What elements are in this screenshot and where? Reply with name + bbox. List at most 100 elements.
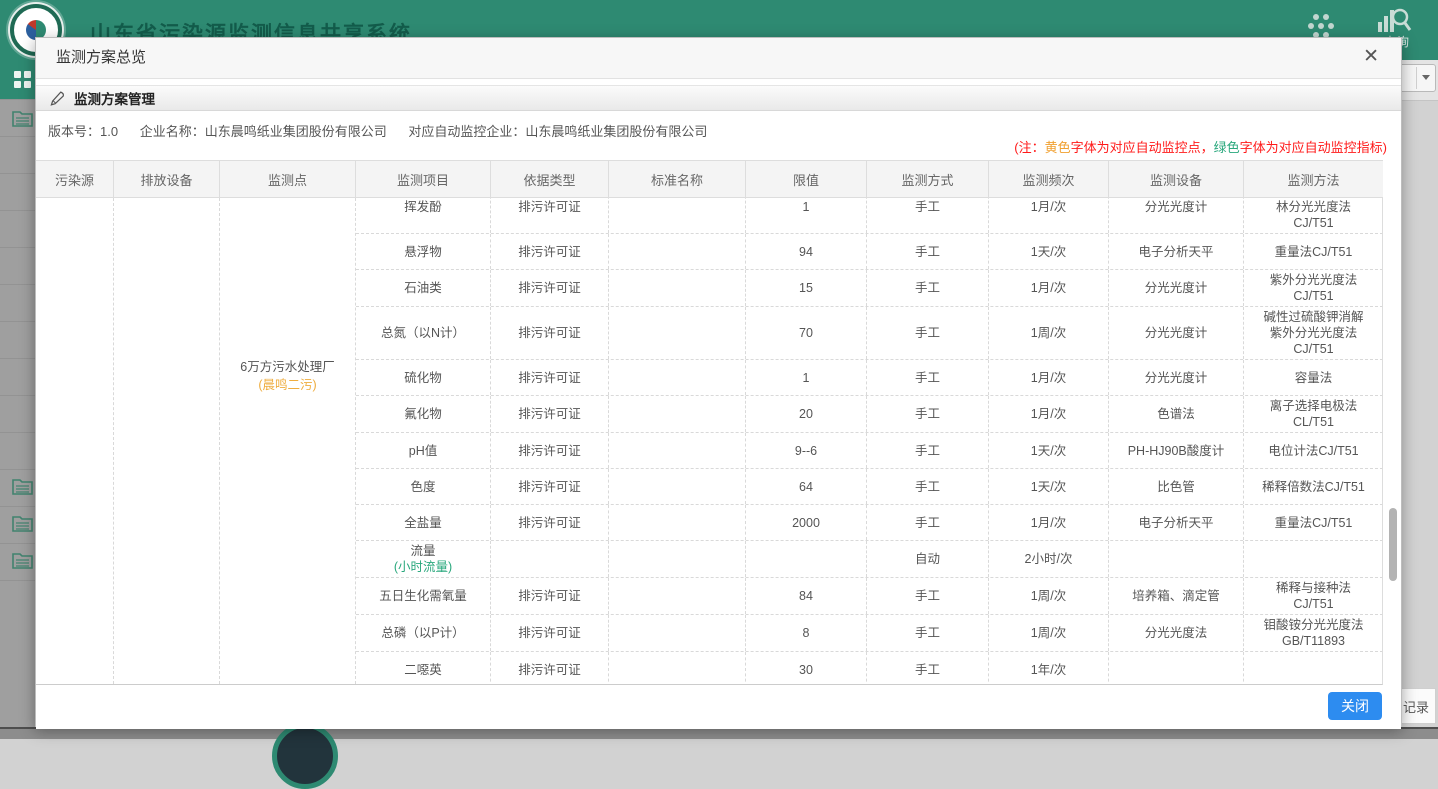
cell-item: 色度 bbox=[356, 469, 491, 504]
cell-method: 稀释倍数法CJ/T51 bbox=[1244, 469, 1383, 504]
cell-limit: 94 bbox=[746, 234, 867, 269]
cell-standard bbox=[609, 433, 746, 468]
cell-limit: 2000 bbox=[746, 505, 867, 540]
cell-basis: 排污许可证 bbox=[491, 652, 609, 685]
apps-grid-icon[interactable] bbox=[1303, 10, 1337, 40]
cell-method: 钼酸铵分光光度法 GB/T11893 bbox=[1244, 615, 1383, 651]
cell-mode: 手工 bbox=[867, 505, 989, 540]
sidebar-item-active[interactable] bbox=[0, 60, 36, 99]
plan-info-line: 版本号：1.0 企业名称：山东晨鸣纸业集团股份有限公司 对应自动监控企业：山东晨… bbox=[48, 121, 725, 140]
cell-device: 电子分析天平 bbox=[1109, 505, 1244, 540]
cell-method: 容量法 bbox=[1244, 360, 1383, 395]
table-row: 石油类排污许可证15手工1月/次分光光度计紫外分光光度法 CJ/T51 bbox=[356, 270, 1383, 307]
cell-basis: 排污许可证 bbox=[491, 234, 609, 269]
folder-icon[interactable] bbox=[12, 477, 33, 495]
pen-icon bbox=[50, 91, 65, 106]
cell-standard bbox=[609, 198, 746, 233]
cell-mode: 手工 bbox=[867, 615, 989, 651]
cell-item: 硫化物 bbox=[356, 360, 491, 395]
company-name: 山东晨鸣纸业集团股份有限公司 bbox=[205, 124, 387, 139]
cell-item: 悬浮物 bbox=[356, 234, 491, 269]
cell-item: 挥发酚 bbox=[356, 198, 491, 233]
cell-limit: 8 bbox=[746, 615, 867, 651]
cell-device: 分光光度计 bbox=[1109, 198, 1244, 233]
cell-device bbox=[1109, 652, 1244, 685]
cell-standard bbox=[609, 505, 746, 540]
cell-mode: 手工 bbox=[867, 234, 989, 269]
cell-mode: 手工 bbox=[867, 198, 989, 233]
cell-device: 比色管 bbox=[1109, 469, 1244, 504]
auto-indicator-label: (小时流量) bbox=[394, 559, 452, 575]
cell-standard bbox=[609, 360, 746, 395]
cell-limit: 84 bbox=[746, 578, 867, 614]
sidebar bbox=[0, 60, 36, 727]
cell-limit: 9--6 bbox=[746, 433, 867, 468]
cell-mode: 手工 bbox=[867, 469, 989, 504]
table-row: 悬浮物排污许可证94手工1天/次电子分析天平重量法CJ/T51 bbox=[356, 234, 1383, 270]
monitoring-plan-modal: 监测方案总览 ✕ 监测方案管理 版本号：1.0 企业名称：山东晨鸣纸业集团股份有… bbox=[35, 37, 1402, 727]
cell-device bbox=[1109, 541, 1244, 577]
cell-discharge-equipment bbox=[114, 198, 220, 684]
table-rows: 挥发酚排污许可证1手工1月/次分光光度计蒸馏后4-氨基安替比 林分光光度法 CJ… bbox=[356, 198, 1383, 684]
cell-method: 稀释与接种法 CJ/T51 bbox=[1244, 578, 1383, 614]
column-header: 监测方式 bbox=[867, 161, 989, 197]
cell-standard bbox=[609, 307, 746, 359]
cell-item: 总磷（以P计） bbox=[356, 615, 491, 651]
cell-mode: 手工 bbox=[867, 396, 989, 432]
table-row: 五日生化需氧量排污许可证84手工1周/次培养箱、滴定管稀释与接种法 CJ/T51 bbox=[356, 578, 1383, 615]
monitor-point-name: 6万方污水处理厂 bbox=[220, 358, 355, 376]
modal-titlebar: 监测方案总览 ✕ bbox=[36, 38, 1401, 79]
cell-basis: 排污许可证 bbox=[491, 433, 609, 468]
table-row: 挥发酚排污许可证1手工1月/次分光光度计蒸馏后4-氨基安替比 林分光光度法 CJ… bbox=[356, 198, 1383, 234]
cell-freq: 1月/次 bbox=[989, 505, 1109, 540]
vertical-scrollbar-thumb[interactable] bbox=[1389, 508, 1397, 581]
cell-item: 总氮（以N计） bbox=[356, 307, 491, 359]
cell-limit: 70 bbox=[746, 307, 867, 359]
cell-device: 分光光度计 bbox=[1109, 270, 1244, 306]
cell-freq: 2小时/次 bbox=[989, 541, 1109, 577]
cell-freq: 1天/次 bbox=[989, 234, 1109, 269]
folder-icon[interactable] bbox=[12, 109, 33, 127]
cell-freq: 1天/次 bbox=[989, 433, 1109, 468]
section-title: 监测方案管理 bbox=[74, 88, 155, 108]
cell-basis: 排污许可证 bbox=[491, 396, 609, 432]
column-header: 监测频次 bbox=[989, 161, 1109, 197]
cell-standard bbox=[609, 578, 746, 614]
cell-basis: 排污许可证 bbox=[491, 505, 609, 540]
cell-method bbox=[1244, 652, 1383, 685]
cell-mode: 手工 bbox=[867, 360, 989, 395]
close-button[interactable]: 关闭 bbox=[1328, 692, 1382, 720]
folder-icon[interactable] bbox=[12, 551, 33, 569]
cell-item: 氟化物 bbox=[356, 396, 491, 432]
dashboard-grid-icon bbox=[14, 71, 31, 88]
cell-standard bbox=[609, 396, 746, 432]
monitoring-table: 污染源排放设备监测点监测项目依据类型标准名称限值监测方式监测频次监测设备监测方法… bbox=[36, 160, 1401, 685]
cell-mode: 手工 bbox=[867, 652, 989, 685]
cell-method: 紫外分光光度法 CJ/T51 bbox=[1244, 270, 1383, 306]
cell-item: 五日生化需氧量 bbox=[356, 578, 491, 614]
color-legend-note: (注：黄色字体为对应自动监控点，绿色字体为对应自动监控指标) bbox=[1014, 137, 1387, 156]
close-icon[interactable]: ✕ bbox=[1363, 47, 1379, 67]
table-row: 二噁英排污许可证30手工1年/次 bbox=[356, 652, 1383, 685]
cell-item: 全盐量 bbox=[356, 505, 491, 540]
folder-icon[interactable] bbox=[12, 514, 33, 532]
cell-item: 流量(小时流量) bbox=[356, 541, 491, 577]
cell-basis: 排污许可证 bbox=[491, 615, 609, 651]
column-header: 监测设备 bbox=[1109, 161, 1244, 197]
table-row: pH值排污许可证9--6手工1天/次PH-HJ90B酸度计电位计法CJ/T51 bbox=[356, 433, 1383, 469]
monitor-point-alias: (晨鸣二污) bbox=[220, 376, 355, 394]
cell-method: 电位计法CJ/T51 bbox=[1244, 433, 1383, 468]
cell-device: 分光光度法 bbox=[1109, 615, 1244, 651]
cell-device: 电子分析天平 bbox=[1109, 234, 1244, 269]
cell-pollution-source bbox=[36, 198, 114, 684]
chevron-down-icon bbox=[1422, 75, 1430, 80]
table-row: 氟化物排污许可证20手工1月/次色谱法离子选择电极法 CL/T51 bbox=[356, 396, 1383, 433]
cell-device: 色谱法 bbox=[1109, 396, 1244, 432]
table-row: 硫化物排污许可证1手工1月/次分光光度计容量法 bbox=[356, 360, 1383, 396]
cell-item: 二噁英 bbox=[356, 652, 491, 685]
cell-standard bbox=[609, 615, 746, 651]
cell-mode: 手工 bbox=[867, 307, 989, 359]
cell-limit: 1 bbox=[746, 360, 867, 395]
cell-monitor-point: 6万方污水处理厂 (晨鸣二污) bbox=[220, 198, 356, 684]
column-header: 依据类型 bbox=[491, 161, 609, 197]
